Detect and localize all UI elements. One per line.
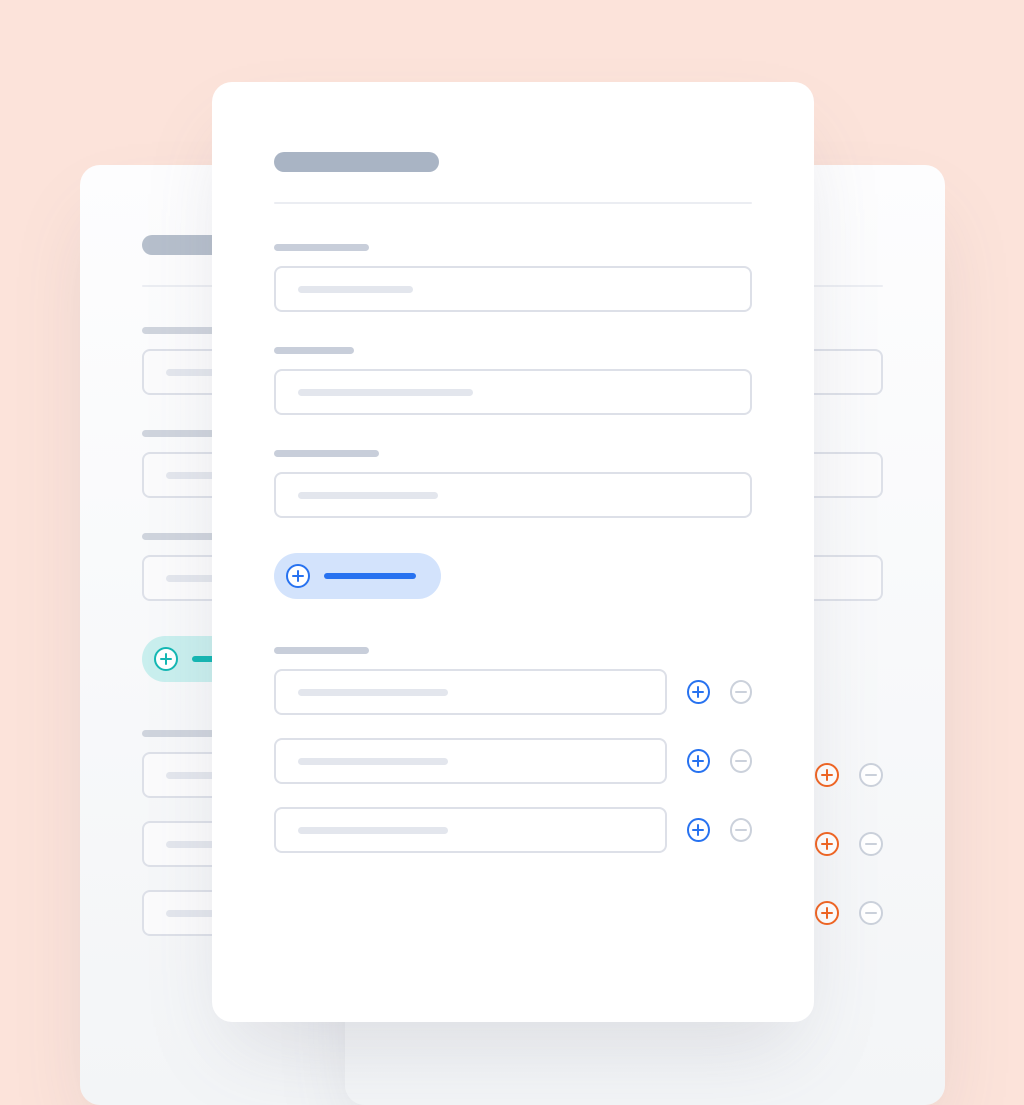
list-row: item 1 [274, 669, 752, 715]
list-row: item 3 [274, 807, 752, 853]
text-input[interactable]: value [274, 369, 752, 415]
minus-circle-icon[interactable] [730, 680, 753, 704]
plus-circle-icon [286, 564, 310, 588]
plus-circle-icon [154, 647, 178, 671]
input-placeholder: item 3 [298, 827, 448, 834]
add-item-button[interactable]: Add item [274, 553, 441, 599]
plus-circle-icon[interactable] [815, 901, 839, 925]
plus-circle-icon[interactable] [687, 749, 710, 773]
list-row: item 2 [274, 738, 752, 784]
divider [274, 202, 752, 204]
form-card-front: Form Title Field A value Field B value F… [212, 82, 814, 1022]
input-placeholder: item 1 [298, 689, 448, 696]
minus-circle-icon[interactable] [859, 901, 883, 925]
input-placeholder: item 2 [298, 758, 448, 765]
list-item-input[interactable]: item 1 [274, 669, 667, 715]
input-placeholder: value [298, 492, 438, 499]
minus-circle-icon[interactable] [859, 763, 883, 787]
list-item-input[interactable]: item 2 [274, 738, 667, 784]
field-label: Field A [274, 244, 369, 251]
minus-circle-icon[interactable] [859, 832, 883, 856]
plus-circle-icon[interactable] [687, 680, 710, 704]
minus-circle-icon[interactable] [730, 749, 753, 773]
plus-circle-icon[interactable] [815, 763, 839, 787]
list-item-input[interactable]: item 3 [274, 807, 667, 853]
minus-circle-icon[interactable] [730, 818, 753, 842]
add-item-label: Add item [324, 573, 416, 579]
field-label: Field C [274, 450, 379, 457]
text-input[interactable]: value [274, 472, 752, 518]
input-placeholder: value [298, 389, 473, 396]
field-label: Field B [142, 430, 222, 437]
field-label: Field B [274, 347, 354, 354]
plus-circle-icon[interactable] [687, 818, 710, 842]
plus-circle-icon[interactable] [815, 832, 839, 856]
list-section-label: Items [274, 647, 369, 654]
form-title: Form Title [274, 152, 439, 172]
text-input[interactable]: value [274, 266, 752, 312]
input-placeholder: value [298, 286, 413, 293]
